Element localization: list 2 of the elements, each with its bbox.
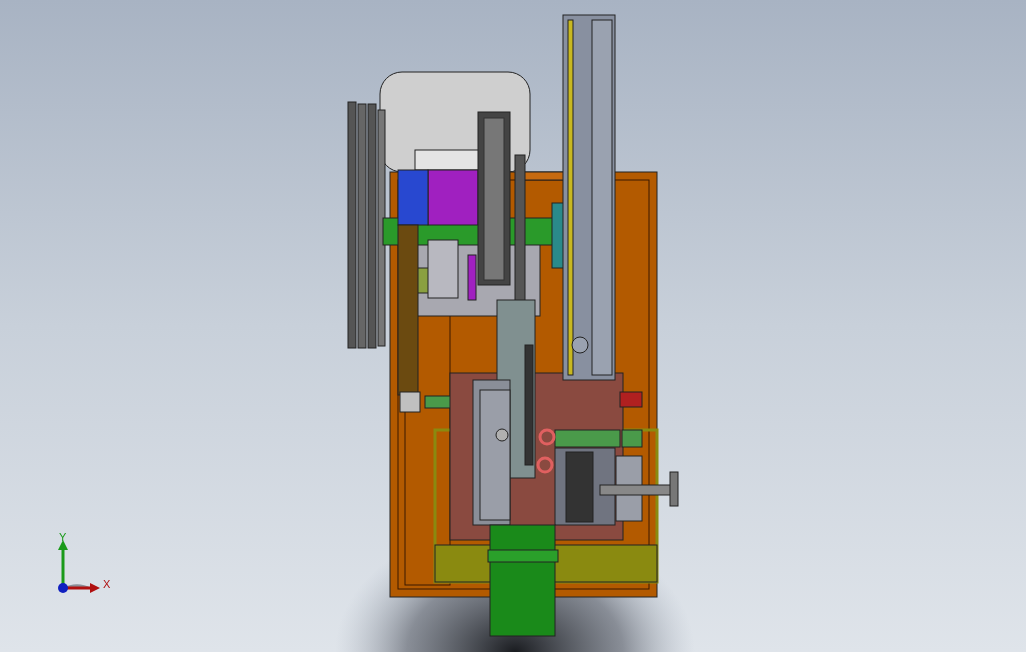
axis-label: Y [59,531,67,543]
axis-label: X [103,578,111,590]
